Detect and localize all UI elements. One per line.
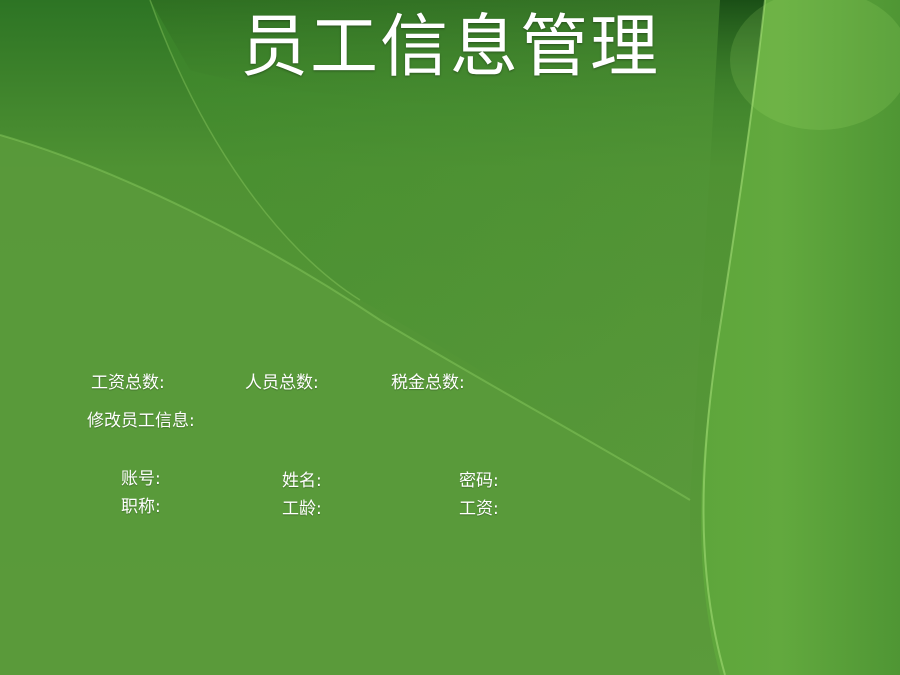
job-title-label: 职称: <box>121 497 161 517</box>
total-tax-label: 税金总数: <box>391 373 465 393</box>
green-leaf-background <box>0 0 900 675</box>
name-label: 姓名: <box>282 471 322 491</box>
seniority-label: 工龄: <box>282 499 322 519</box>
password-label: 密码: <box>459 471 499 491</box>
edit-section-heading: 修改员工信息: <box>87 411 195 431</box>
salary-label: 工资: <box>459 499 499 519</box>
total-salary-label: 工资总数: <box>91 373 165 393</box>
page-title: 员工信息管理 <box>239 8 660 87</box>
account-label: 账号: <box>121 469 161 489</box>
total-staff-label: 人员总数: <box>245 373 319 393</box>
